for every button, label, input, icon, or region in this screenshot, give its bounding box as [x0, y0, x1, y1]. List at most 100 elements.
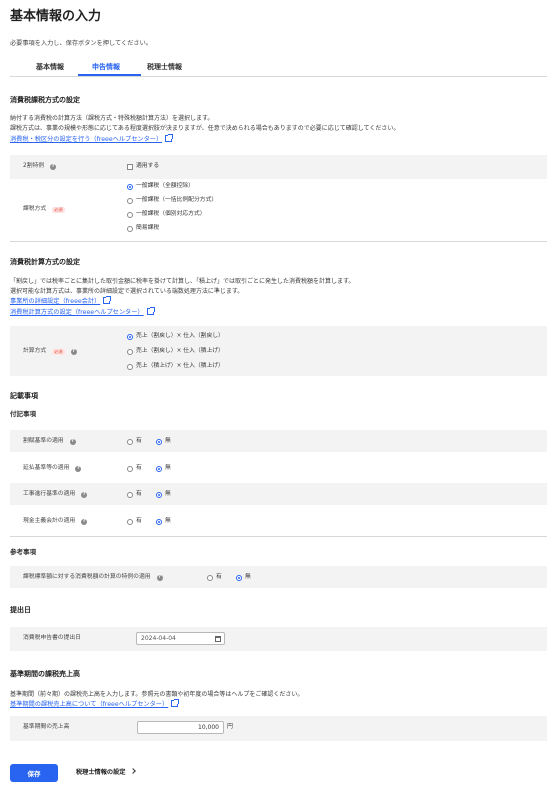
calc-method-desc-2: 選択可能な計算方式は、事業所の詳細設定で選択されている端数処理方法に準じます。 — [10, 288, 244, 295]
help-icon[interactable]: ? — [70, 348, 77, 355]
radio-yes[interactable]: 有 — [127, 465, 142, 473]
calc-method-help-link-label: 消費税計算方式の設定（freeeヘルプセンター） — [10, 309, 144, 316]
calc-method-label: 計算方式 必須? — [23, 348, 77, 356]
submission-date-label: 消費税申告書の提出日 — [23, 635, 81, 641]
submission-date-row: 消費税申告書の提出日 2024-04-04 — [10, 627, 547, 651]
tax-category-help-link-label: 消費税・税区分の設定を行う（freeeヘルプセンター） — [10, 136, 163, 143]
attached-notes-heading: 付記事項 — [10, 410, 36, 418]
radio-no[interactable]: 無 — [236, 574, 251, 582]
radio-no[interactable]: 無 — [156, 518, 171, 526]
save-button[interactable]: 保存 — [10, 764, 58, 782]
reference-item-label-text: 課税標準額に対する消費税額の計算の特例の適用 — [23, 574, 151, 580]
submission-date-value: 2024-04-04 — [141, 635, 176, 642]
external-link-icon — [165, 134, 174, 142]
tax-method-desc-1: 納付する消費税の計算方法（課税方式・特殊税額計算方法）を選択します。 — [10, 115, 214, 122]
radio-no[interactable]: 無 — [156, 465, 171, 473]
attached-item-label: 現金主義会計の適用? — [23, 518, 88, 526]
option-label: 無 — [245, 574, 251, 580]
calc-option-1[interactable]: 売上（割戻し）× 仕入（割戻し） — [127, 333, 224, 341]
option-label: 簡易課税 — [136, 225, 160, 231]
calc-option-3[interactable]: 売上（積上げ）× 仕入（積上げ） — [127, 363, 224, 371]
required-badge: 必須 — [52, 206, 65, 213]
tax-method-desc-2: 課税方式は、事業の規模や形態に応じてある程度選択肢が決まりますが、任意で決められ… — [10, 125, 400, 132]
tab-tax-accountant-info[interactable]: 税理士情報 — [147, 63, 182, 72]
radio-icon — [127, 438, 133, 445]
external-link-icon — [103, 296, 112, 304]
yen-unit-label: 円 — [227, 723, 234, 730]
tax-method-label: 課税方式 必須 — [23, 206, 65, 214]
help-icon[interactable]: ? — [50, 163, 57, 170]
help-icon[interactable]: ? — [81, 518, 88, 525]
attached-item-row: 工事進行基準の適用? 有 無 — [10, 483, 547, 505]
calc-method-heading: 消費税計算方式の設定 — [10, 258, 80, 266]
submission-date-input[interactable]: 2024-04-04 — [136, 632, 225, 645]
attached-item-row: 延払基準等の適用? 有 無 — [10, 457, 547, 479]
two-tenths-exception-label-text: 2割特例 — [23, 163, 45, 169]
tax-category-help-link[interactable]: 消費税・税区分の設定を行う（freeeヘルプセンター） — [10, 134, 174, 144]
radio-yes[interactable]: 有 — [127, 438, 142, 446]
page-title: 基本情報の入力 — [10, 9, 102, 24]
help-icon[interactable]: ? — [156, 574, 163, 581]
tax-method-option-general-individual[interactable]: 一般課税（個別対応方式） — [127, 211, 206, 219]
attached-item-label: 延払基準等の適用? — [23, 465, 82, 473]
notes-heading: 記載事項 — [10, 392, 38, 400]
attached-item-label-text: 現金主義会計の適用 — [23, 518, 76, 524]
calendar-icon[interactable] — [215, 636, 221, 642]
radio-selected-icon — [156, 491, 162, 498]
option-label: 無 — [165, 465, 171, 471]
office-settings-link-label: 事業所の詳細設定（freee会計） — [10, 298, 101, 305]
tax-method-option-general-proportional[interactable]: 一般課税（一括比例配分方式） — [127, 197, 217, 205]
radio-selected-icon — [127, 183, 133, 190]
attached-item-row: 現金主義会計の適用? 有 無 — [10, 510, 547, 532]
help-icon[interactable]: ? — [75, 465, 82, 472]
radio-yes[interactable]: 有 — [207, 574, 222, 582]
radio-icon — [127, 211, 133, 218]
base-period-help-link[interactable]: 基準期間の課税売上高について（freeeヘルプセンター） — [10, 699, 180, 709]
radio-icon — [127, 465, 133, 472]
tax-method-row: 課税方式 必須 一般課税（全額控除） 一般課税（一括比例配分方式） 一般課税（個別… — [10, 179, 547, 236]
option-label: 無 — [165, 438, 171, 444]
tab-basic-info[interactable]: 基本情報 — [36, 63, 64, 72]
help-icon[interactable]: ? — [81, 491, 88, 498]
required-badge: 必須 — [52, 348, 65, 355]
radio-no[interactable]: 無 — [156, 491, 171, 499]
tax-method-heading: 消費税課税方式の設定 — [10, 96, 80, 104]
radio-selected-icon — [156, 438, 162, 445]
option-label: 一般課税（全額控除） — [136, 183, 194, 189]
tax-method-option-general-full[interactable]: 一般課税（全額控除） — [127, 183, 194, 191]
section-divider — [10, 241, 547, 242]
tax-accountant-settings-link-label: 税理士情報の設定 — [76, 769, 126, 776]
tax-method-option-simplified[interactable]: 簡易課税 — [127, 225, 159, 233]
two-tenths-exception-checkbox[interactable]: 適用する — [127, 163, 159, 171]
tax-accountant-settings-link[interactable]: 税理士情報の設定 — [76, 768, 136, 777]
attached-item-label: 工事進行基準の適用? — [23, 491, 88, 499]
office-settings-link[interactable]: 事業所の詳細設定（freee会計） — [10, 296, 112, 306]
radio-yes[interactable]: 有 — [127, 491, 142, 499]
calc-option-2[interactable]: 売上（割戻し）× 仕入（積上げ） — [127, 348, 224, 356]
radio-no[interactable]: 無 — [156, 438, 171, 446]
option-label: 一般課税（個別対応方式） — [136, 211, 206, 217]
calc-method-label-text: 計算方式 — [23, 348, 47, 354]
radio-icon — [127, 348, 133, 355]
option-label: 売上（積上げ）× 仕入（積上げ） — [136, 363, 224, 369]
option-label: 無 — [165, 518, 171, 524]
calc-method-row: 計算方式 必須? 売上（割戻し）× 仕入（割戻し） 売上（割戻し）× 仕入（積上げ… — [10, 326, 547, 376]
calc-method-help-link[interactable]: 消費税計算方式の設定（freeeヘルプセンター） — [10, 307, 155, 317]
radio-yes[interactable]: 有 — [127, 518, 142, 526]
option-label: 売上（割戻し）× 仕入（積上げ） — [136, 348, 224, 354]
attached-item-label-text: 延払基準等の適用 — [23, 465, 70, 471]
option-label: 有 — [136, 491, 142, 497]
attached-item-label-text: 工事進行基準の適用 — [23, 491, 76, 497]
tab-filing-info[interactable]: 申告情報 — [92, 63, 120, 72]
page-intro: 必要事項を入力し、保存ボタンを押してください。 — [10, 40, 152, 47]
reference-item-row: 課税標準額に対する消費税額の計算の特例の適用? 有 無 — [10, 566, 547, 588]
help-icon[interactable]: ? — [69, 438, 76, 445]
reference-notes-heading: 参考事項 — [10, 548, 36, 556]
option-label: 売上（割戻し）× 仕入（割戻し） — [136, 333, 224, 339]
tax-method-label-text: 課税方式 — [23, 206, 47, 212]
external-link-icon — [146, 307, 155, 315]
external-link-icon — [171, 699, 180, 707]
checkbox-icon — [127, 163, 133, 170]
base-period-sales-input[interactable]: 10,000 — [137, 721, 224, 734]
base-period-heading: 基準期間の課税売上高 — [10, 670, 80, 678]
